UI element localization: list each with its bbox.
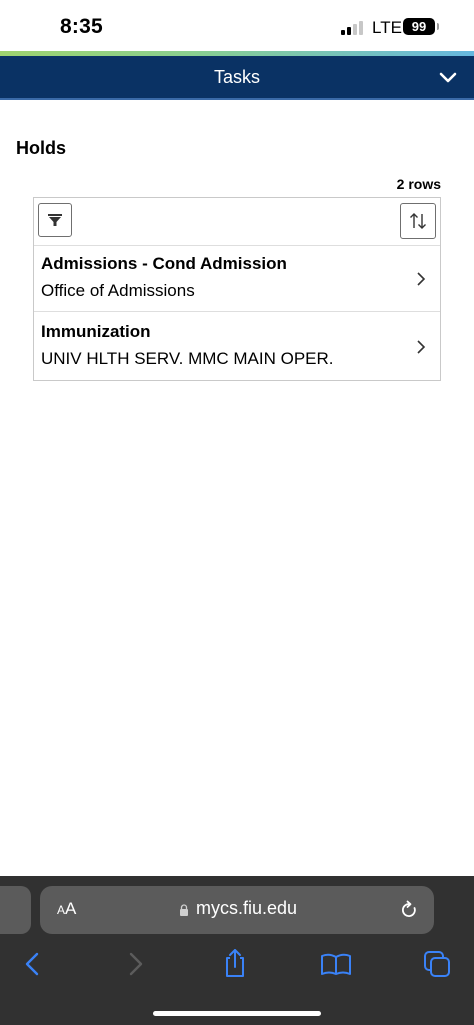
forward-icon[interactable]	[128, 950, 144, 978]
hold-department: UNIV HLTH SERV. MMC MAIN OPER.	[41, 349, 334, 368]
hold-department: Office of Admissions	[41, 281, 195, 300]
chevron-right-icon	[417, 340, 426, 354]
home-indicator	[153, 1011, 321, 1016]
battery-icon: 99	[403, 18, 439, 35]
holds-heading: Holds	[16, 138, 67, 158]
lock-icon	[180, 904, 188, 916]
url-text: mycs.fiu.edu	[196, 898, 298, 918]
holds-grid: Admissions - Cond Admission Office of Ad…	[33, 197, 441, 381]
reload-icon[interactable]	[399, 899, 419, 921]
text-size-button[interactable]: AA	[57, 899, 76, 919]
hold-name: Immunization	[41, 322, 151, 341]
previous-tab-peek[interactable]	[0, 886, 31, 934]
filter-button[interactable]	[38, 203, 72, 237]
app-header: Tasks	[0, 56, 474, 100]
status-time: 8:35	[60, 15, 103, 38]
bookmarks-icon[interactable]	[320, 952, 352, 976]
page-title: Tasks	[213, 67, 260, 87]
hold-name: Admissions - Cond Admission	[41, 254, 287, 273]
sort-icon	[410, 213, 426, 229]
tabs-icon[interactable]	[423, 950, 451, 978]
grid-toolbar	[34, 198, 440, 246]
hold-row[interactable]: Admissions - Cond Admission Office of Ad…	[34, 245, 440, 312]
network-type: LTE	[372, 18, 402, 37]
status-bar: 8:35 LTE 99	[0, 0, 474, 52]
cellular-signal-icon	[341, 21, 367, 35]
filter-icon	[48, 214, 62, 226]
row-count: 2 rows	[396, 176, 441, 192]
address-bar[interactable]: AA mycs.fiu.edu	[40, 886, 434, 934]
browser-toolbar: AA mycs.fiu.edu	[0, 876, 474, 1025]
share-icon[interactable]	[222, 948, 248, 978]
back-icon[interactable]	[24, 950, 40, 978]
hold-row[interactable]: Immunization UNIV HLTH SERV. MMC MAIN OP…	[34, 313, 440, 380]
sort-button[interactable]	[400, 203, 436, 239]
chevron-right-icon	[417, 272, 426, 286]
chevron-down-icon[interactable]	[438, 68, 458, 88]
